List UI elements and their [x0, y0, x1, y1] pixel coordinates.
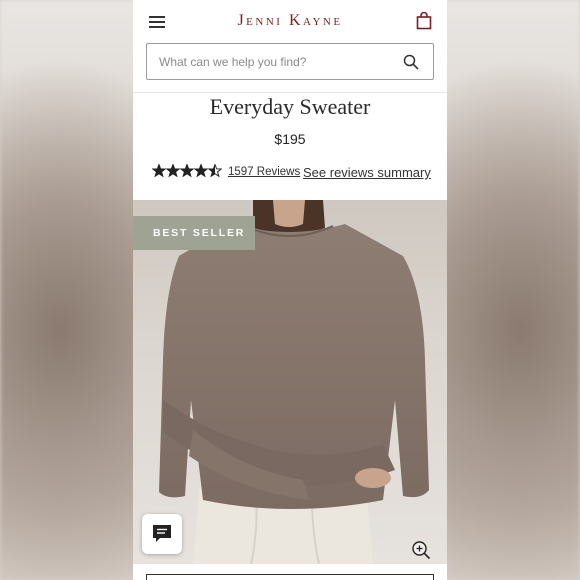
- product-title: Everyday Sweater: [209, 94, 371, 119]
- chat-icon: [153, 525, 171, 542]
- best-seller-badge: BEST SELLER: [133, 216, 255, 250]
- star-icon: [207, 164, 222, 178]
- review-count-link[interactable]: 1597 Reviews: [228, 166, 300, 178]
- star-icon: [165, 164, 181, 178]
- product-image[interactable]: BEST SELLER: [133, 200, 447, 564]
- product-price: $195: [274, 131, 306, 147]
- header-divider: [133, 92, 447, 93]
- search-input[interactable]: [159, 53, 389, 71]
- star-icon: [179, 164, 195, 178]
- site-header: Jenni Kayne: [133, 0, 447, 42]
- reviews-row: 1597 Reviews See reviews summary: [152, 164, 442, 182]
- shopping-bag-icon[interactable]: [416, 12, 432, 30]
- chat-button[interactable]: [142, 514, 182, 554]
- add-to-bag-button[interactable]: [146, 574, 434, 580]
- search-icon[interactable]: [403, 54, 419, 70]
- star-icon: [152, 164, 167, 178]
- search-box: [146, 43, 434, 80]
- star-icon: [193, 164, 209, 178]
- mobile-page: Jenni Kayne Everyday Sweater $195 1597 R…: [133, 0, 447, 580]
- brand-logo[interactable]: Jenni Kayne: [133, 12, 447, 30]
- star-rating[interactable]: [152, 164, 222, 178]
- reviews-summary-link[interactable]: See reviews summary: [303, 165, 431, 180]
- zoom-in-icon[interactable]: [411, 540, 431, 560]
- sweater-photo: [159, 200, 429, 564]
